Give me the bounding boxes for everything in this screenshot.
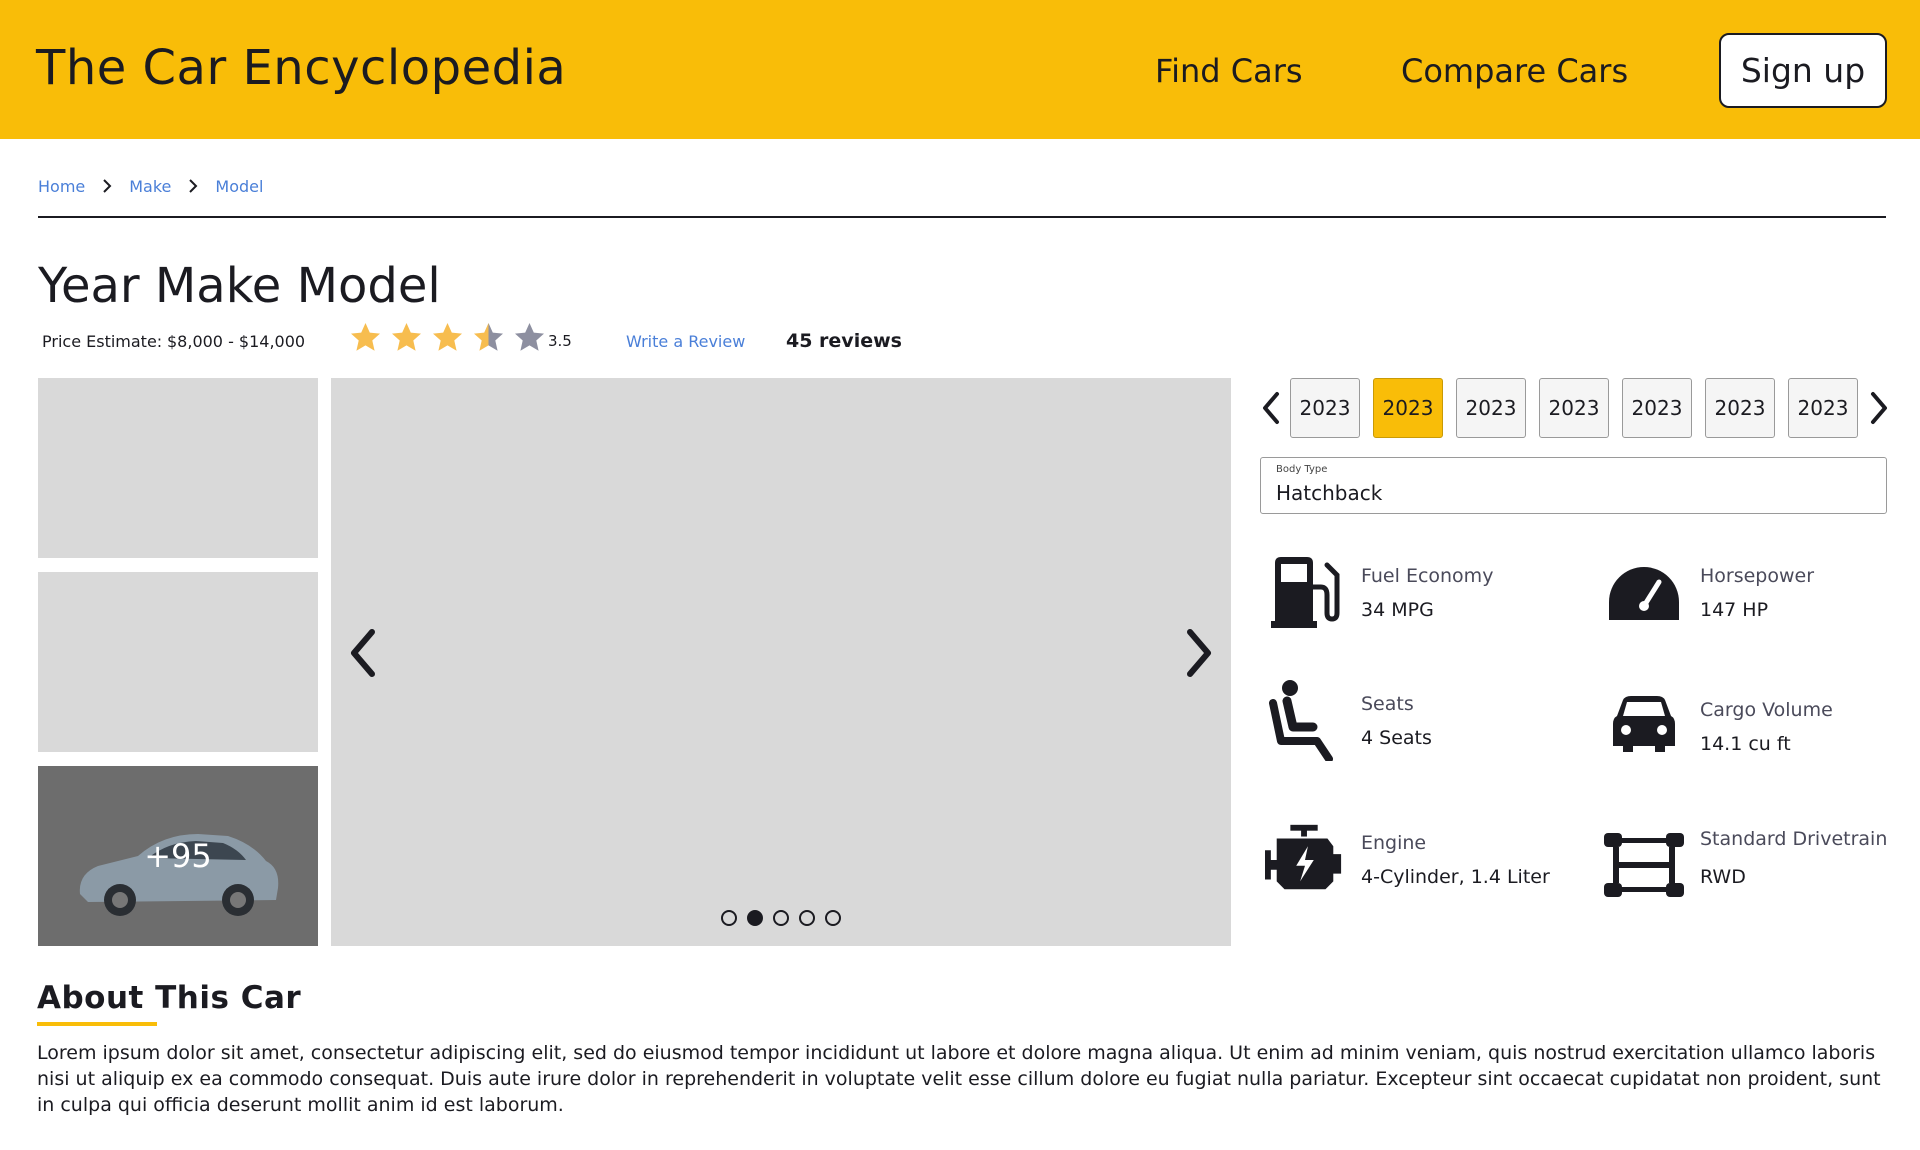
spec-engine-value: 4-Cylinder, 1.4 Liter: [1361, 866, 1550, 888]
body-type-value: Hatchback: [1276, 481, 1383, 505]
engine-icon: [1265, 818, 1345, 898]
nav-compare-cars[interactable]: Compare Cars: [1401, 52, 1628, 90]
spec-drivetrain-label: Standard Drivetrain: [1700, 828, 1888, 850]
gallery-more-thumbnail[interactable]: +95: [38, 766, 318, 946]
gallery-dot[interactable]: [747, 910, 763, 926]
year-selector: 2023 2023 2023 2023 2023 2023 2023: [1290, 378, 1858, 438]
year-button[interactable]: 2023: [1622, 378, 1692, 438]
drivetrain-icon: [1604, 825, 1684, 905]
breadcrumb: Home Make Model: [38, 175, 263, 197]
spec-horsepower-value: 147 HP: [1700, 599, 1769, 621]
rating-value: 3.5: [548, 332, 572, 350]
gallery-thumbnail[interactable]: [38, 572, 318, 752]
site-brand[interactable]: The Car Encyclopedia: [36, 40, 566, 96]
year-button[interactable]: 2023: [1788, 378, 1858, 438]
page-title: Year Make Model: [38, 258, 441, 314]
spec-horsepower-label: Horsepower: [1700, 565, 1815, 587]
spec-drivetrain-value: RWD: [1700, 866, 1746, 888]
site-header: The Car Encyclopedia Find Cars Compare C…: [0, 0, 1920, 139]
spec-cargo-volume-value: 14.1 cu ft: [1700, 733, 1791, 755]
year-next-button[interactable]: [1866, 388, 1892, 428]
chevron-right-icon: [1871, 392, 1887, 424]
seat-icon: [1264, 680, 1344, 761]
star-rating: [350, 322, 545, 353]
breadcrumb-home[interactable]: Home: [38, 177, 85, 196]
spec-seats-label: Seats: [1361, 693, 1414, 715]
gallery-prev-button[interactable]: [343, 623, 383, 683]
spec-engine-label: Engine: [1361, 832, 1427, 854]
car-front-icon: [1604, 684, 1684, 764]
more-photos-count: +95: [144, 837, 212, 875]
chevron-right-icon: [171, 178, 215, 194]
main-gallery-image: [331, 378, 1231, 946]
spec-cargo-volume-label: Cargo Volume: [1700, 699, 1833, 721]
gallery-dot[interactable]: [799, 910, 815, 926]
star-icon: [392, 323, 421, 351]
gallery-dot[interactable]: [825, 910, 841, 926]
gallery-next-button[interactable]: [1179, 623, 1219, 683]
year-prev-button[interactable]: [1258, 388, 1284, 428]
star-icon: [433, 323, 462, 351]
about-underline: [37, 1022, 157, 1026]
chevron-left-icon: [1263, 392, 1279, 424]
breadcrumb-make[interactable]: Make: [129, 177, 171, 196]
gallery-thumbnail[interactable]: [38, 378, 318, 558]
about-title: About This Car: [37, 980, 302, 1016]
signup-button[interactable]: Sign up: [1719, 33, 1887, 108]
spec-fuel-economy-value: 34 MPG: [1361, 599, 1434, 621]
speedometer-icon: [1604, 552, 1684, 632]
body-type-select[interactable]: Body Type Hatchback: [1260, 457, 1887, 514]
fuel-pump-icon: [1266, 552, 1346, 632]
year-button[interactable]: 2023: [1539, 378, 1609, 438]
review-count[interactable]: 45 reviews: [786, 330, 902, 352]
chevron-right-icon: [1187, 629, 1211, 677]
gallery-dot[interactable]: [721, 910, 737, 926]
write-review-link[interactable]: Write a Review: [626, 332, 745, 351]
about-text: Lorem ipsum dolor sit amet, consectetur …: [37, 1042, 1881, 1116]
year-button[interactable]: 2023: [1456, 378, 1526, 438]
year-button[interactable]: 2023: [1373, 378, 1443, 438]
year-button[interactable]: 2023: [1290, 378, 1360, 438]
divider: [38, 216, 1886, 218]
gallery-pagination: [721, 910, 841, 926]
spec-fuel-economy-label: Fuel Economy: [1361, 565, 1494, 587]
gallery-dot[interactable]: [773, 910, 789, 926]
year-button[interactable]: 2023: [1705, 378, 1775, 438]
price-label: Price Estimate:: [42, 332, 163, 351]
chevron-right-icon: [85, 178, 129, 194]
price-value: $8,000 - $14,000: [167, 332, 306, 351]
chevron-left-icon: [351, 629, 375, 677]
body-type-label: Body Type: [1276, 464, 1328, 475]
star-icon: [515, 323, 544, 351]
star-icon: [474, 323, 503, 351]
spec-seats-value: 4 Seats: [1361, 727, 1432, 749]
nav-find-cars[interactable]: Find Cars: [1155, 52, 1303, 90]
breadcrumb-model[interactable]: Model: [215, 177, 263, 196]
star-icon: [351, 323, 380, 351]
